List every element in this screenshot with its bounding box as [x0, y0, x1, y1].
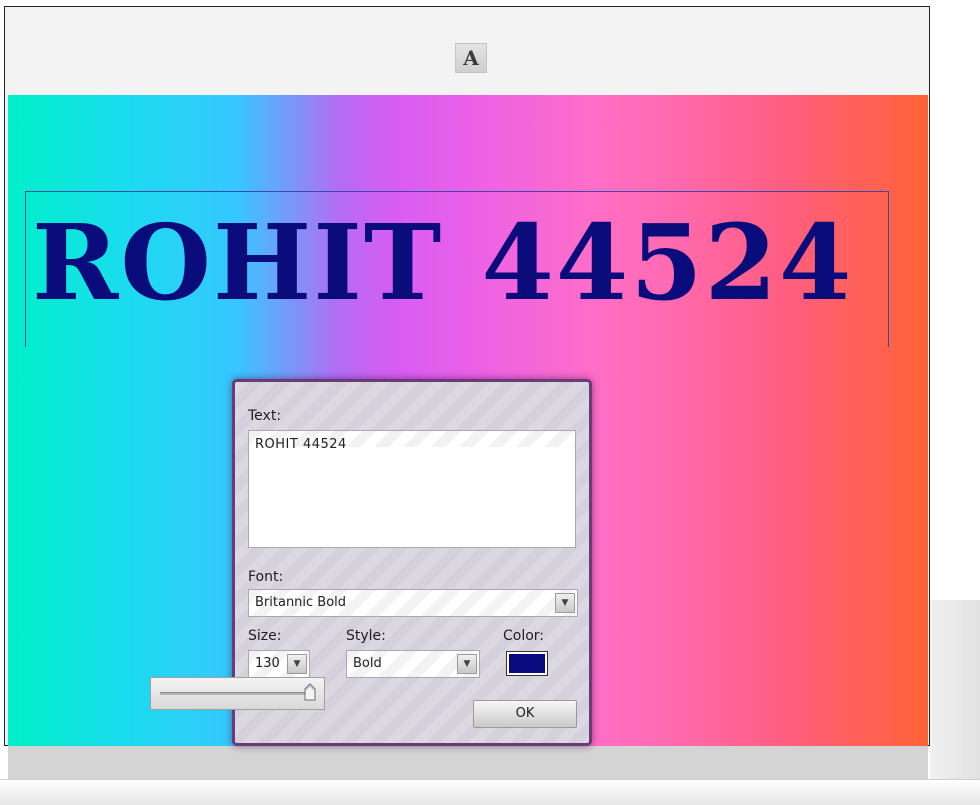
chevron-down-icon[interactable]: ▼ [555, 593, 575, 613]
color-picker-swatch[interactable] [506, 651, 548, 676]
side-panel [930, 600, 980, 805]
style-select-value: Bold [353, 656, 382, 671]
font-label: Font: [248, 569, 284, 585]
chevron-down-icon[interactable]: ▼ [287, 654, 307, 674]
text-label: Text: [248, 408, 282, 424]
size-slider-popup [150, 677, 325, 710]
size-select-value: 130 [255, 656, 280, 671]
style-select[interactable]: Bold ▼ [346, 650, 480, 678]
text-input-value: ROHIT 44524 [255, 437, 347, 452]
canvas-text[interactable]: ROHIT 44524 [32, 203, 902, 323]
font-select[interactable]: Britannic Bold ▼ [248, 589, 578, 617]
font-select-value: Britannic Bold [255, 595, 347, 610]
ok-button[interactable]: OK [473, 700, 577, 728]
text-input[interactable]: ROHIT 44524 [248, 430, 576, 548]
canvas-bottom-strip [8, 746, 928, 779]
size-select[interactable]: 130 ▼ [248, 650, 310, 678]
size-slider-track[interactable] [160, 692, 314, 695]
style-label: Style: [346, 628, 386, 644]
size-slider-thumb[interactable] [304, 683, 316, 701]
color-label: Color: [503, 628, 545, 644]
text-tool-button[interactable]: A [455, 43, 487, 73]
size-label: Size: [248, 628, 282, 644]
status-bar [0, 779, 980, 805]
chevron-down-icon[interactable]: ▼ [457, 654, 477, 674]
toolbar: A [5, 7, 929, 95]
